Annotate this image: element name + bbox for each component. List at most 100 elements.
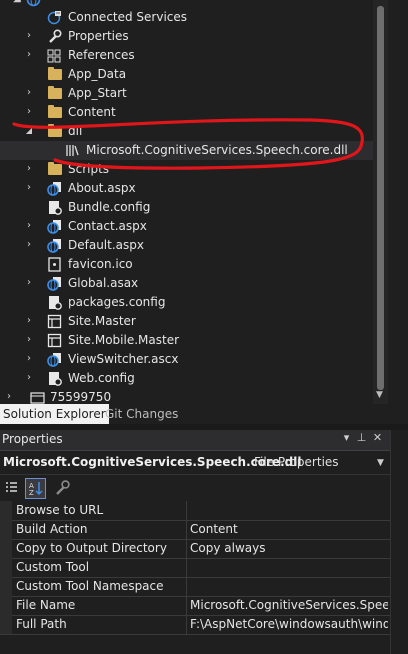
property-value[interactable]: Microsoft.CognitiveServices.Speech.c bbox=[190, 598, 388, 612]
pin-icon[interactable]: ⊥ bbox=[355, 431, 368, 444]
row-gutter bbox=[0, 577, 12, 596]
property-name: Full Path bbox=[16, 617, 67, 631]
chevron-right-icon[interactable]: › bbox=[24, 239, 34, 251]
folder-icon bbox=[48, 105, 62, 118]
row-gutter bbox=[0, 558, 12, 577]
config-file-icon bbox=[47, 295, 63, 310]
chevron-down-icon[interactable]: ◢ bbox=[12, 0, 22, 5]
row-gutter bbox=[0, 615, 12, 634]
tree-item-favicon[interactable]: favicon.ico bbox=[0, 255, 388, 274]
tree-item-contact-aspx[interactable]: › Contact.aspx bbox=[0, 217, 388, 236]
tree-item-label: Site.Master bbox=[68, 314, 136, 328]
tree-item-label: References bbox=[68, 48, 135, 62]
chevron-right-icon[interactable]: › bbox=[24, 277, 34, 289]
property-name: Browse to URL bbox=[16, 503, 104, 517]
column-separator[interactable] bbox=[186, 520, 187, 539]
property-name: File Name bbox=[16, 598, 76, 612]
tree-item-global-asax[interactable]: › Global.asax bbox=[0, 274, 388, 293]
tree-item-label: About.aspx bbox=[68, 181, 136, 195]
property-row-build-action[interactable]: Build Action Content bbox=[0, 520, 390, 540]
object-selector[interactable]: Microsoft.CognitiveServices.Speech.core.… bbox=[0, 452, 390, 475]
property-row-custom-tool[interactable]: Custom Tool bbox=[0, 558, 390, 578]
chevron-right-icon[interactable]: › bbox=[24, 49, 34, 61]
chevron-right-icon[interactable]: › bbox=[24, 220, 34, 232]
tree-item-bundle-config[interactable]: Bundle.config bbox=[0, 198, 388, 217]
chevron-right-icon[interactable]: › bbox=[24, 372, 34, 384]
row-gutter bbox=[0, 501, 12, 520]
tree-item-project-75599750[interactable]: › 75599750 bbox=[0, 388, 388, 404]
tree-item-site-mobile-master[interactable]: › Site.Mobile.Master bbox=[0, 331, 388, 350]
image-file-icon bbox=[47, 257, 63, 272]
tree-item-label: Contact.aspx bbox=[68, 219, 147, 233]
chevron-right-icon[interactable]: › bbox=[24, 353, 34, 365]
chevron-right-icon[interactable]: › bbox=[24, 315, 34, 327]
tree-item-properties[interactable]: › Properties bbox=[0, 27, 388, 46]
project-globe-icon bbox=[26, 0, 42, 7]
tree-item-label: Content bbox=[68, 105, 116, 119]
column-separator[interactable] bbox=[186, 501, 187, 520]
tab-solution-explorer[interactable]: Solution Explorer bbox=[0, 404, 109, 424]
chevron-right-icon[interactable]: › bbox=[24, 163, 34, 175]
aspx-globe-icon bbox=[47, 219, 63, 234]
chevron-right-icon[interactable]: › bbox=[24, 87, 34, 99]
row-gutter bbox=[0, 539, 12, 558]
master-page-icon bbox=[47, 333, 63, 348]
properties-side-strip bbox=[390, 430, 408, 654]
tree-item-web-config[interactable]: › Web.config bbox=[0, 369, 388, 388]
property-value[interactable]: Content bbox=[190, 522, 388, 536]
tab-git-changes[interactable]: Git Changes bbox=[102, 404, 181, 424]
tree-item-site-master[interactable]: › Site.Master bbox=[0, 312, 388, 331]
property-name: Custom Tool bbox=[16, 560, 90, 574]
tree-item-app-data[interactable]: App_Data bbox=[0, 65, 388, 84]
alphabetical-icon[interactable]: AZ bbox=[25, 478, 46, 499]
column-separator[interactable] bbox=[186, 615, 187, 634]
dll-file-icon bbox=[64, 143, 80, 158]
chevron-right-icon[interactable]: › bbox=[24, 106, 34, 118]
tree-item-label: dll bbox=[68, 124, 83, 138]
tree-item-speech-core-dll[interactable]: Microsoft.CognitiveServices.Speech.core.… bbox=[0, 141, 388, 160]
close-icon[interactable]: ✕ bbox=[371, 431, 384, 444]
tree-item-connected-services[interactable]: Connected Services bbox=[0, 8, 388, 27]
master-page-icon bbox=[47, 314, 63, 329]
chevron-right-icon[interactable]: › bbox=[24, 30, 34, 42]
chevron-right-icon[interactable]: › bbox=[24, 334, 34, 346]
categorized-icon[interactable] bbox=[2, 478, 21, 497]
folder-icon bbox=[48, 86, 62, 99]
tree-scrollbar-thumb[interactable] bbox=[377, 6, 384, 390]
tree-item-content[interactable]: › Content bbox=[0, 103, 388, 122]
chevron-down-icon[interactable]: ▼ bbox=[377, 458, 384, 468]
column-separator[interactable] bbox=[186, 577, 187, 596]
property-pages-icon[interactable] bbox=[53, 478, 72, 497]
tree-item-about-aspx[interactable]: › About.aspx bbox=[0, 179, 388, 198]
chevron-right-icon[interactable]: › bbox=[4, 391, 14, 403]
tree-item-label: Microsoft.CognitiveServices.Speech.core.… bbox=[86, 143, 348, 157]
tree-item-dll[interactable]: ◢ dll bbox=[0, 122, 388, 141]
property-value[interactable]: Copy always bbox=[190, 541, 388, 555]
asax-globe-icon bbox=[47, 276, 63, 291]
tree-item-references[interactable]: › References bbox=[0, 46, 388, 65]
tree-item-label: Site.Mobile.Master bbox=[68, 333, 180, 347]
column-separator[interactable] bbox=[186, 539, 187, 558]
tree-item-label: Scripts bbox=[68, 162, 110, 176]
tree-item-label: Properties bbox=[68, 29, 129, 43]
tree-item-default-aspx[interactable]: › Default.aspx bbox=[0, 236, 388, 255]
column-separator[interactable] bbox=[186, 558, 187, 577]
property-row-copy-to-output[interactable]: Copy to Output Directory Copy always bbox=[0, 539, 390, 559]
tree-item-scripts[interactable]: › Scripts bbox=[0, 160, 388, 179]
property-value[interactable]: F:\AspNetCore\windowsauth\window bbox=[190, 617, 388, 631]
property-name: Copy to Output Directory bbox=[16, 541, 167, 555]
properties-toolbar: AZ bbox=[0, 475, 390, 500]
property-row-full-path[interactable]: Full Path F:\AspNetCore\windowsauth\wind… bbox=[0, 615, 390, 635]
scroll-down-arrow-icon[interactable]: ▼ bbox=[376, 390, 383, 400]
property-row-file-name[interactable]: File Name Microsoft.CognitiveServices.Sp… bbox=[0, 596, 390, 616]
tree-item-viewswitcher-ascx[interactable]: › ViewSwitcher.ascx bbox=[0, 350, 388, 369]
chevron-right-icon[interactable]: › bbox=[24, 182, 34, 194]
property-row-browse-to-url[interactable]: Browse to URL bbox=[0, 501, 390, 521]
tree-item-label: Default.aspx bbox=[68, 238, 144, 252]
window-menu-dropdown-icon[interactable]: ▾ bbox=[340, 431, 353, 444]
tree-item-packages-config[interactable]: packages.config bbox=[0, 293, 388, 312]
property-row-custom-tool-namespace[interactable]: Custom Tool Namespace bbox=[0, 577, 390, 597]
tree-item-app-start[interactable]: › App_Start bbox=[0, 84, 388, 103]
column-separator[interactable] bbox=[186, 596, 187, 615]
chevron-down-icon[interactable]: ◢ bbox=[24, 125, 34, 137]
